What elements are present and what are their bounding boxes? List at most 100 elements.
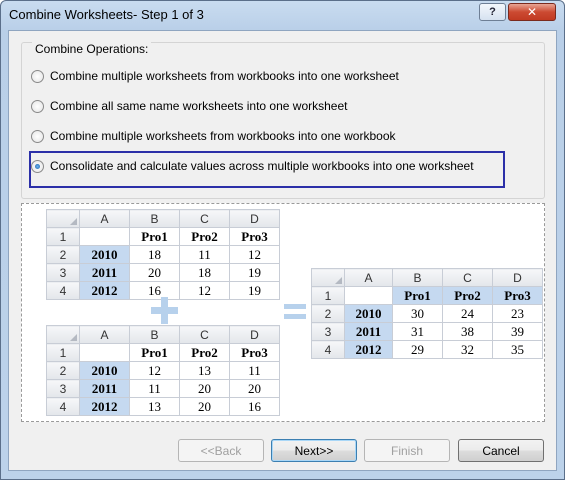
cell: Pro2 bbox=[179, 227, 230, 246]
row-header: 4 bbox=[46, 397, 80, 416]
sheet2-table: A B C D 1 Pro1 Pro2 Pro3 2 2010 12 13 11… bbox=[46, 325, 280, 416]
col-header: D bbox=[229, 209, 280, 228]
row-header: 3 bbox=[46, 263, 80, 282]
window-title: Combine Worksheets- Step 1 of 3 bbox=[9, 7, 204, 22]
cell: Pro2 bbox=[442, 286, 493, 305]
cell: 18 bbox=[129, 245, 180, 264]
year-cell: 2012 bbox=[344, 340, 393, 359]
cell: 18 bbox=[179, 263, 230, 282]
option-consolidate-and-calculate[interactable]: Consolidate and calculate values across … bbox=[31, 159, 474, 173]
col-header: C bbox=[179, 325, 230, 344]
cell: Pro1 bbox=[129, 343, 180, 362]
cell: 38 bbox=[442, 322, 493, 341]
row-header: 2 bbox=[46, 361, 80, 380]
year-cell: 2011 bbox=[79, 263, 130, 282]
cell: 32 bbox=[442, 340, 493, 359]
back-button[interactable]: <<Back bbox=[178, 439, 264, 462]
cell: 23 bbox=[492, 304, 543, 323]
year-cell: 2010 bbox=[79, 245, 130, 264]
col-header: B bbox=[392, 268, 443, 287]
radio-icon[interactable] bbox=[31, 129, 44, 143]
col-header: A bbox=[79, 325, 130, 344]
col-header: A bbox=[79, 209, 130, 228]
col-header: A bbox=[344, 268, 393, 287]
finish-button[interactable]: Finish bbox=[364, 439, 450, 462]
dialog-body: Combine Operations: Combine multiple wor… bbox=[8, 30, 557, 471]
row-header: 3 bbox=[311, 322, 345, 341]
year-cell: 2010 bbox=[79, 361, 130, 380]
cell: 19 bbox=[229, 281, 280, 300]
cell: 30 bbox=[392, 304, 443, 323]
combine-operations-group: Combine Operations: Combine multiple wor… bbox=[21, 42, 545, 199]
col-header: D bbox=[229, 325, 280, 344]
row-header: 1 bbox=[46, 227, 80, 246]
title-bar[interactable]: Combine Worksheets- Step 1 of 3 ? ✕ bbox=[1, 1, 564, 29]
cell: 20 bbox=[129, 263, 180, 282]
radio-checked-icon[interactable] bbox=[31, 159, 44, 173]
row-header: 4 bbox=[46, 281, 80, 300]
cell: 39 bbox=[492, 322, 543, 341]
year-cell: 2012 bbox=[79, 281, 130, 300]
next-button[interactable]: Next>> bbox=[271, 439, 357, 462]
cell: 20 bbox=[179, 379, 230, 398]
row-header: 2 bbox=[46, 245, 80, 264]
cell: 12 bbox=[129, 361, 180, 380]
corner-cell bbox=[46, 325, 80, 344]
row-header: 1 bbox=[46, 343, 80, 362]
cell bbox=[79, 343, 130, 362]
cell: 11 bbox=[229, 361, 280, 380]
col-header: C bbox=[179, 209, 230, 228]
option-combine-worksheets-into-workbook[interactable]: Combine multiple worksheets from workboo… bbox=[31, 129, 396, 143]
radio-icon[interactable] bbox=[31, 69, 44, 83]
col-header: D bbox=[492, 268, 543, 287]
option-label: Consolidate and calculate values across … bbox=[50, 159, 474, 173]
row-header: 3 bbox=[46, 379, 80, 398]
option-combine-worksheets-into-worksheet[interactable]: Combine multiple worksheets from workboo… bbox=[31, 69, 399, 83]
help-button[interactable]: ? bbox=[479, 3, 506, 21]
cell: 29 bbox=[392, 340, 443, 359]
dialog-window: Combine Worksheets- Step 1 of 3 ? ✕ Comb… bbox=[0, 0, 565, 480]
cancel-button[interactable]: Cancel bbox=[458, 439, 544, 462]
cell: 12 bbox=[179, 281, 230, 300]
col-header: B bbox=[129, 209, 180, 228]
row-header: 4 bbox=[311, 340, 345, 359]
year-cell: 2012 bbox=[79, 397, 130, 416]
corner-cell bbox=[46, 209, 80, 228]
result-table: A B C D 1 Pro1 Pro2 Pro3 2 2010 30 24 23… bbox=[311, 268, 543, 359]
option-label: Combine all same name worksheets into on… bbox=[50, 99, 348, 113]
cell: Pro3 bbox=[229, 227, 280, 246]
plus-icon bbox=[151, 297, 178, 324]
cell bbox=[344, 286, 393, 305]
year-cell: 2011 bbox=[79, 379, 130, 398]
sheet1-table: A B C D 1 Pro1 Pro2 Pro3 2 2010 18 11 12… bbox=[46, 209, 280, 300]
radio-icon[interactable] bbox=[31, 99, 44, 113]
cell: 11 bbox=[129, 379, 180, 398]
group-label: Combine Operations: bbox=[32, 42, 152, 56]
cell: Pro3 bbox=[492, 286, 543, 305]
row-header: 1 bbox=[311, 286, 345, 305]
option-label: Combine multiple worksheets from workboo… bbox=[50, 129, 396, 143]
cell bbox=[79, 227, 130, 246]
close-button[interactable]: ✕ bbox=[508, 3, 556, 21]
preview-illustration: A B C D 1 Pro1 Pro2 Pro3 2 2010 18 11 12… bbox=[21, 203, 545, 422]
cell: 11 bbox=[179, 245, 230, 264]
cell: 20 bbox=[229, 379, 280, 398]
equals-icon bbox=[284, 304, 306, 320]
col-header: C bbox=[442, 268, 493, 287]
cell: Pro1 bbox=[129, 227, 180, 246]
option-label: Combine multiple worksheets from workboo… bbox=[50, 69, 399, 83]
corner-cell bbox=[311, 268, 345, 287]
year-cell: 2010 bbox=[344, 304, 393, 323]
cell: 35 bbox=[492, 340, 543, 359]
cell: Pro1 bbox=[392, 286, 443, 305]
cell: 12 bbox=[229, 245, 280, 264]
row-header: 2 bbox=[311, 304, 345, 323]
cell: 19 bbox=[229, 263, 280, 282]
cell: Pro3 bbox=[229, 343, 280, 362]
cell: 16 bbox=[229, 397, 280, 416]
cell: Pro2 bbox=[179, 343, 230, 362]
option-combine-same-name-worksheets[interactable]: Combine all same name worksheets into on… bbox=[31, 99, 347, 113]
cell: 31 bbox=[392, 322, 443, 341]
cell: 13 bbox=[179, 361, 230, 380]
col-header: B bbox=[129, 325, 180, 344]
